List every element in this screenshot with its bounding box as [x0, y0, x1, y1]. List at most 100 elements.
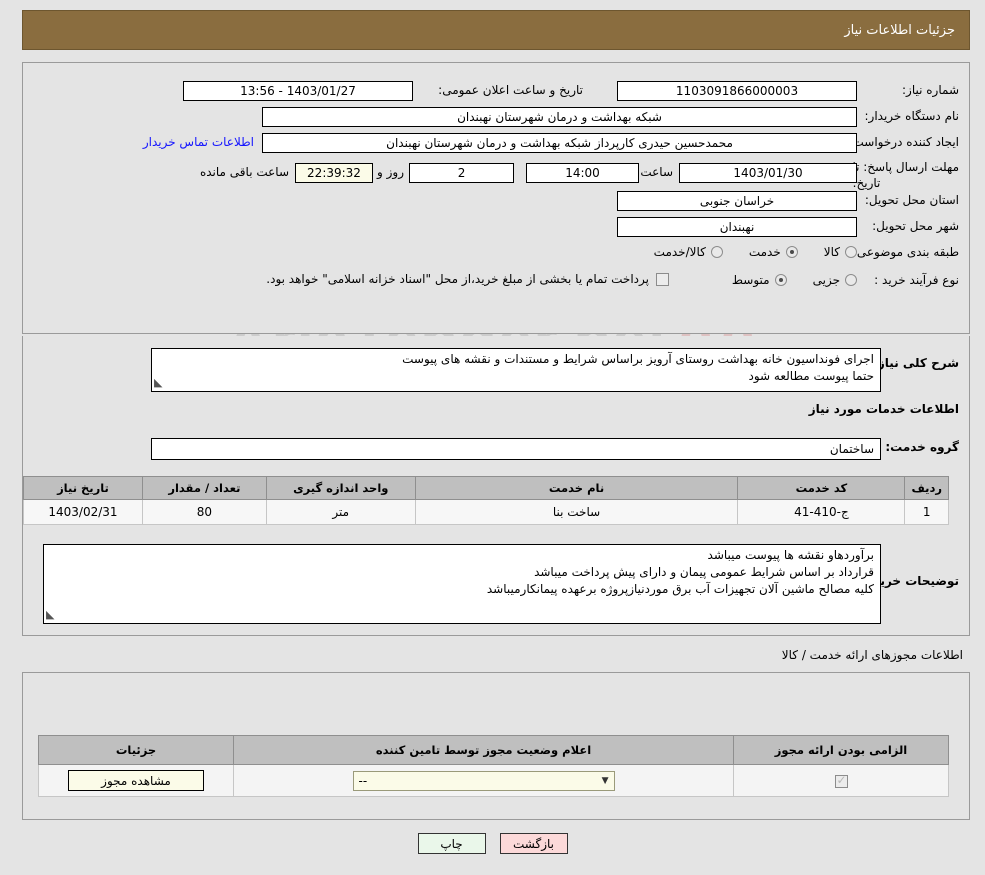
city-label: شهر محل تحویل: [872, 219, 959, 233]
category-option-2[interactable]: کالا/خدمت [654, 245, 723, 259]
category-radio-icon-1[interactable] [785, 246, 798, 258]
requester-label-wrap: ایجاد کننده درخواست: [848, 135, 959, 149]
items-col-header: واحد اندازه گیری [265, 476, 416, 500]
deadline-hour-label: ساعت [640, 165, 673, 179]
process-label: نوع فرآیند خرید : [874, 273, 959, 287]
need-number-label: شماره نیاز: [902, 83, 959, 97]
buyer-contact-link[interactable]: اطلاعات تماس خریدار [143, 135, 254, 149]
permits-table-wrap: الزامی بودن ارائه مجوز اعلام وضعیت مجوز ت… [38, 735, 949, 797]
items-cell: ج-410-41 [737, 499, 906, 525]
countdown-timer: 22:39:32 [295, 163, 373, 183]
items-col-header: ردیف [904, 476, 949, 500]
text-line: اجرای فونداسیون خانه بهداشت روستای آرویز… [402, 352, 874, 366]
items-col-header: کد خدمت [737, 476, 906, 500]
category-radio-icon-0[interactable] [845, 246, 857, 258]
deadline-label-wrap: مهلت ارسال پاسخ: تا تاریخ: [852, 159, 959, 191]
process-option-0[interactable]: جزیی [813, 273, 857, 287]
process-radio-icon-0[interactable] [845, 274, 857, 286]
category-radio-icon-2[interactable] [710, 246, 723, 258]
permit-col-header: اعلام وضعیت مجوز توسط تامین کننده [233, 735, 734, 765]
treasury-note-row: پرداخت تمام یا بخشی از مبلغ خرید،از محل … [266, 272, 669, 286]
permit-col-header: جزئیات [38, 735, 234, 765]
buyer-org-label: نام دستگاه خریدار: [864, 109, 960, 123]
category-option-1[interactable]: خدمت [749, 245, 798, 259]
text-line: برآوردهاو نقشه ها پیوست میباشد [707, 548, 874, 562]
items-table-wrap: ردیف کد خدمت نام خدمت واحد اندازه گیری تعداد… [23, 476, 949, 525]
category-label-wrap: طبقه بندی موضوعی: [853, 245, 959, 259]
process-radio-group[interactable]: جزیی متوسط [732, 273, 857, 287]
category-option-0[interactable]: کالا [824, 245, 857, 259]
permit-status-value: -- [358, 773, 368, 788]
items-cell: 80 [141, 499, 267, 525]
text-line: حتما پیوست مطالعه شود [748, 369, 874, 383]
items-cell: ساخت بنا [414, 499, 739, 525]
treasury-note-text: پرداخت تمام یا بخشی از مبلغ خرید،از محل … [266, 272, 649, 286]
process-option-1[interactable]: متوسط [732, 273, 787, 287]
items-col-header: نام خدمت [414, 476, 739, 500]
process-label-wrap: نوع فرآیند خرید : [874, 273, 959, 287]
category-option-label-1: خدمت [748, 245, 781, 259]
process-radio-icon-1[interactable] [774, 274, 787, 286]
permit-status-cell: ▼ -- [233, 764, 734, 797]
items-cell: 1 [904, 499, 949, 525]
items-cell: متر [265, 499, 416, 525]
print-button[interactable]: چاپ [417, 833, 486, 854]
need-summary-textarea[interactable]: اجرای فونداسیون خانه بهداشت روستای آرویز… [151, 348, 881, 392]
permit-required-checkbox[interactable] [834, 773, 848, 788]
buyer-org-value: شبکه بهداشت و درمان شهرستان نهبندان [262, 107, 857, 127]
need-summary-text: اجرای فونداسیون خانه بهداشت روستای آرویز… [158, 351, 874, 385]
need-description-panel: شرح کلی نیاز: اجرای فونداسیون خانه بهداش… [22, 336, 970, 636]
items-cell: 1403/02/31 [23, 499, 143, 525]
items-table: ردیف کد خدمت نام خدمت واحد اندازه گیری تعداد… [23, 476, 949, 525]
footer-buttons: بازگشت چاپ [0, 833, 985, 854]
announce-label-wrap: تاریخ و ساعت اعلان عمومی: [438, 83, 583, 97]
remaining-hours-label: ساعت باقی مانده [199, 165, 289, 179]
permit-required-cell [733, 764, 949, 797]
category-radio-group[interactable]: کالا خدمت کالا/خدمت [654, 245, 857, 259]
public-announce-value: 1403/01/27 - 13:56 [183, 81, 413, 101]
permit-status-select[interactable]: ▼ -- [352, 770, 615, 791]
permits-table-body: ▼ -- مشاهده مجوز [38, 764, 949, 797]
process-option-label-0: جزیی [812, 273, 840, 287]
buyer-notes-text: برآوردهاو نقشه ها پیوست میباشد قرارداد بر… [50, 547, 874, 598]
page-root: \/\/ AriaTender.net جزئیات اطلاعات نیاز … [0, 0, 985, 875]
resize-grip-icon: ◢ [154, 376, 163, 389]
items-table-header-row: ردیف کد خدمت نام خدمت واحد اندازه گیری تعداد… [23, 476, 949, 500]
remaining-days-value: 2 [409, 163, 514, 183]
process-option-label-1: متوسط [731, 273, 770, 287]
items-table-body: 1 ج-410-41 ساخت بنا متر 80 1403/02/31 [23, 499, 949, 525]
text-line: قرارداد بر اساس شرایط عمومی پیمان و دارا… [534, 565, 874, 579]
view-permit-button[interactable]: مشاهده مجوز [68, 770, 204, 791]
permit-details-cell: مشاهده مجوز [38, 764, 234, 797]
public-announce-label: تاریخ و ساعت اعلان عمومی: [438, 83, 583, 97]
permits-panel: الزامی بودن ارائه مجوز اعلام وضعیت مجوز ت… [22, 672, 970, 820]
city-label-wrap: شهر محل تحویل: [872, 219, 959, 233]
text-line: کلیه مصالح ماشین آلان تجهیزات آب برق مور… [486, 582, 874, 596]
permits-table-header-row: الزامی بودن ارائه مجوز اعلام وضعیت مجوز ت… [38, 735, 949, 765]
category-label: طبقه بندی موضوعی: [852, 245, 959, 259]
province-label-wrap: استان محل تحویل: [865, 193, 959, 207]
service-group-label: گروه خدمت: [885, 440, 959, 454]
permits-section-title: اطلاعات مجوزهای ارائه خدمت / کالا [781, 648, 963, 662]
province-label: استان محل تحویل: [864, 193, 959, 207]
deadline-label-line1: مهلت ارسال پاسخ: تا [852, 160, 959, 174]
buyer-notes-textarea[interactable]: برآوردهاو نقشه ها پیوست میباشد قرارداد بر… [43, 544, 881, 624]
permit-col-header: الزامی بودن ارائه مجوز [733, 735, 949, 765]
treasury-checkbox[interactable] [656, 272, 669, 286]
need-info-panel: شماره نیاز: 1103091866000003 تاریخ و ساع… [22, 62, 970, 334]
page-header-bar: جزئیات اطلاعات نیاز [22, 10, 970, 50]
items-col-header: تعداد / مقدار [141, 476, 267, 500]
buyer-org-label-wrap: نام دستگاه خریدار: [865, 109, 960, 123]
back-button[interactable]: بازگشت [499, 833, 568, 854]
deadline-date-value: 1403/01/30 [679, 163, 857, 183]
remaining-days-label: روز و [377, 165, 404, 179]
category-option-label-0: کالا [823, 245, 840, 259]
chevron-down-icon: ▼ [601, 775, 609, 786]
need-number-value: 1103091866000003 [617, 81, 857, 101]
service-group-value: ساختمان [151, 438, 881, 460]
province-value: خراسان جنوبی [617, 191, 857, 211]
city-value: نهبندان [617, 217, 857, 237]
need-number-row: شماره نیاز: [902, 83, 959, 97]
table-row: 1 ج-410-41 ساخت بنا متر 80 1403/02/31 [23, 499, 949, 525]
table-row: ▼ -- مشاهده مجوز [38, 764, 949, 797]
